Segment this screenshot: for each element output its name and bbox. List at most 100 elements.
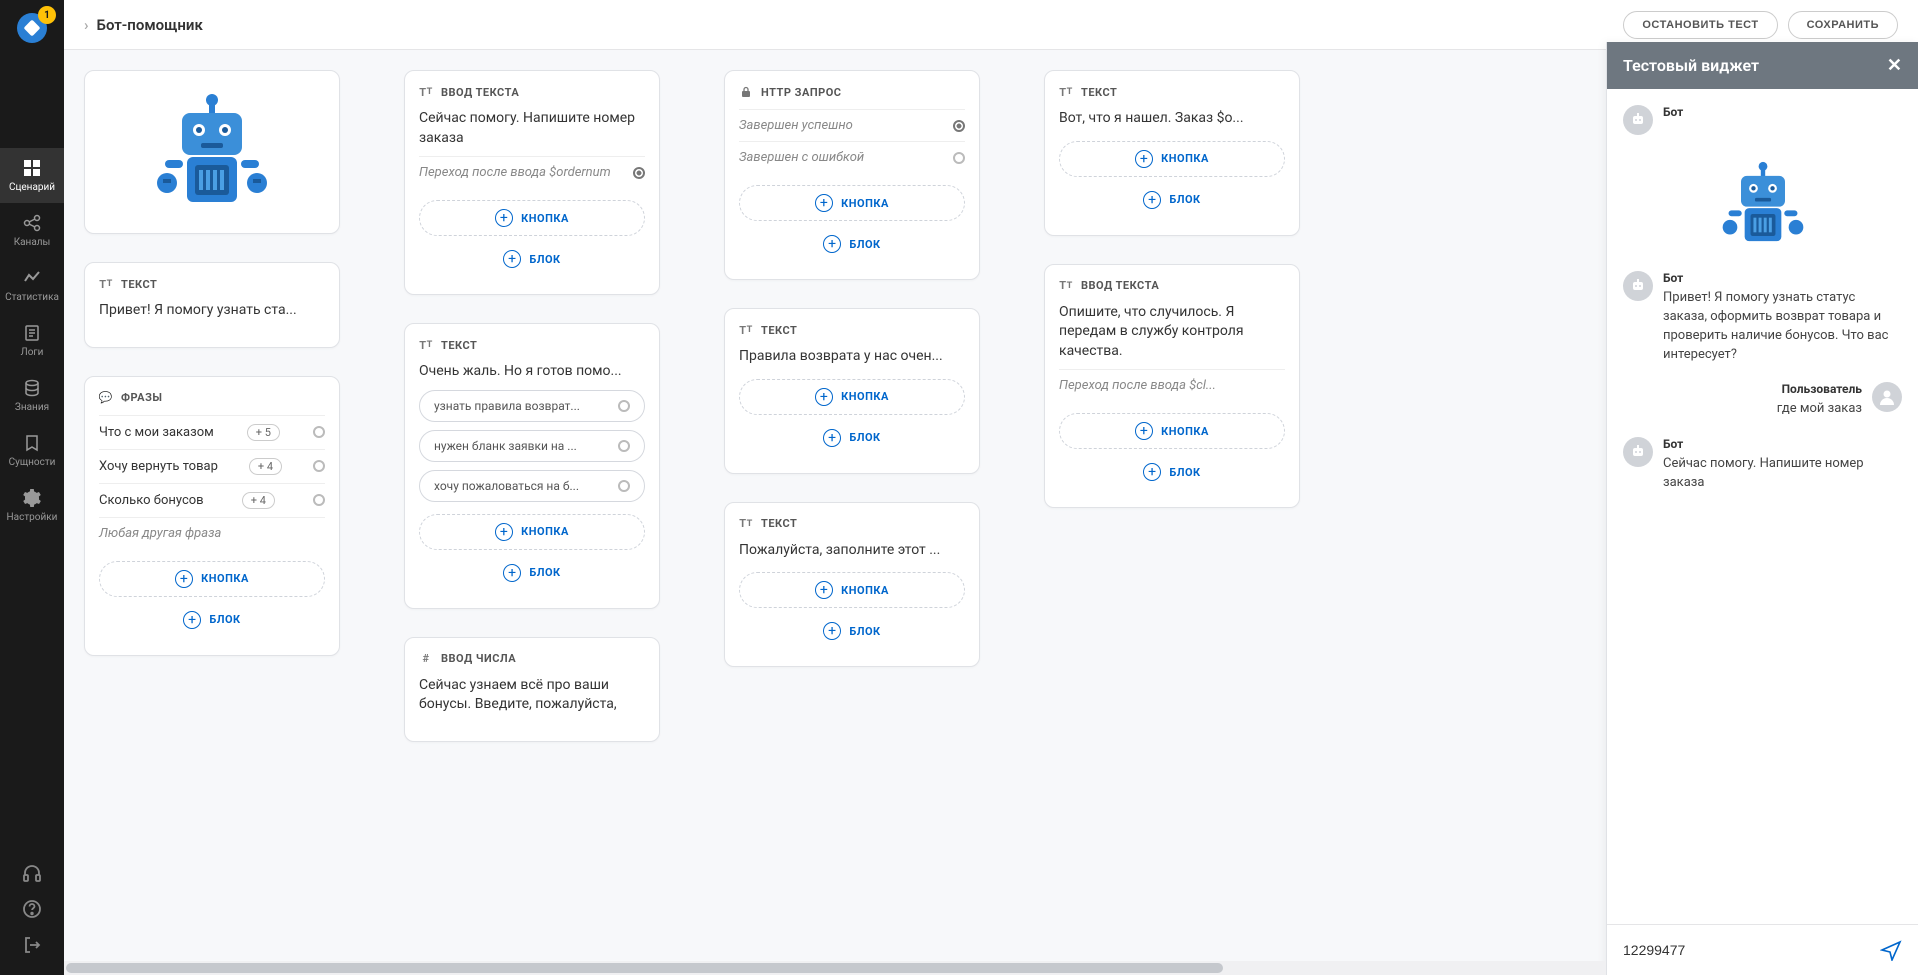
sidebar-item-scenario[interactable]: Сценарий [0, 148, 64, 203]
add-button[interactable]: +КНОПКА [99, 561, 325, 597]
add-button[interactable]: + КНОПКА [739, 572, 965, 608]
add-block[interactable]: +БЛОК [739, 614, 965, 648]
logo[interactable]: 1 [16, 12, 48, 48]
block-type-label: ВВОД ТЕКСТА [441, 86, 519, 99]
add-button-label: КНОПКА [1161, 425, 1209, 438]
message-text: Привет! Я помогу узнать статус заказа, о… [1663, 289, 1902, 364]
add-button[interactable]: +КНОПКА [419, 514, 645, 550]
text-icon: TT [419, 338, 433, 352]
share-icon [22, 213, 42, 233]
sender-name: Пользователь [1623, 382, 1862, 396]
plus-icon: + [815, 581, 833, 599]
add-block[interactable]: +БЛОК [739, 227, 965, 261]
sidebar-item-entities[interactable]: Сущности [0, 423, 64, 478]
sidebar-item-settings[interactable]: Настройки [0, 478, 64, 533]
add-block[interactable]: +БЛОК [99, 603, 325, 637]
canvas[interactable]: TTТЕКСТ Привет! Я помогу узнать ста... 💬… [64, 50, 1606, 975]
lock-icon [739, 85, 753, 99]
stop-test-button[interactable]: ОСТАНОВИТЬ ТЕСТ [1623, 11, 1777, 39]
horizontal-scrollbar[interactable] [64, 961, 1606, 975]
logout-icon[interactable] [22, 935, 42, 955]
phrase-count: + 4 [242, 492, 275, 509]
phrase-text: Что с мои заказом [99, 425, 214, 440]
add-block[interactable]: +БЛОК [419, 242, 645, 276]
block-type-label: ФРАЗЫ [121, 391, 162, 404]
block-text-sorry[interactable]: TTТЕКСТ Очень жаль. Но я готов помо... у… [404, 323, 660, 609]
message-bot: Бот [1623, 105, 1902, 135]
close-icon[interactable]: ✕ [1887, 57, 1902, 75]
sidebar-item-stats[interactable]: Статистика [0, 258, 64, 313]
block-content: Очень жаль. Но я готов помо... [419, 362, 645, 382]
sidebar-label: Сценарий [9, 182, 55, 193]
block-phrases[interactable]: 💬ФРАЗЫ Что с мои заказом+ 5 Хочу вернуть… [84, 376, 340, 656]
add-block[interactable]: +БЛОК [739, 421, 965, 455]
robot-icon [99, 85, 325, 215]
http-err-label: Завершен с ошибкой [739, 150, 864, 165]
block-content: Сейчас помогу. Напишите номер заказа [419, 109, 645, 148]
book-icon [22, 323, 42, 343]
option-row[interactable]: нужен бланк заявки на ... [419, 430, 645, 462]
message-input[interactable] [1623, 942, 1870, 958]
add-block[interactable]: +БЛОК [419, 556, 645, 590]
sidebar-item-logs[interactable]: Логи [0, 313, 64, 368]
phrase-row[interactable]: Сколько бонусов+ 4 [99, 483, 325, 517]
phrase-any[interactable]: Любая другая фраза [99, 517, 325, 549]
add-button[interactable]: +КНОПКА [1059, 141, 1285, 177]
block-type-label: ТЕКСТ [761, 324, 797, 337]
bot-avatar-icon [1623, 105, 1653, 135]
block-type-label: HTTP ЗАПРОС [761, 86, 842, 99]
headphones-icon[interactable] [22, 863, 42, 883]
send-icon[interactable] [1880, 939, 1902, 961]
sidebar-label: Сущности [9, 457, 56, 468]
block-input-describe[interactable]: TTВВОД ТЕКСТА Опишите, что случилось. Я … [1044, 264, 1300, 509]
message-text: Сейчас помогу. Напишите номер заказа [1663, 455, 1902, 493]
block-content: Привет! Я помогу узнать ста... [99, 301, 325, 321]
plus-icon: + [1135, 150, 1153, 168]
sidebar: 1 Сценарий Каналы Статистика Логи Знания… [0, 0, 64, 975]
block-text-form[interactable]: TTТЕКСТ Пожалуйста, заполните этот ... +… [724, 502, 980, 668]
add-button[interactable]: +КНОПКА [739, 379, 965, 415]
add-button[interactable]: +КНОПКА [419, 200, 645, 236]
transition-row[interactable]: Переход после ввода $ordernum [419, 156, 645, 188]
add-button[interactable]: +КНОПКА [1059, 413, 1285, 449]
plus-icon: + [823, 429, 841, 447]
block-input-number[interactable]: #ВВОД ЧИСЛА Сейчас узнаем всё про ваши б… [404, 637, 660, 742]
sidebar-label: Знания [15, 402, 49, 413]
plus-icon: + [823, 622, 841, 640]
widget-messages[interactable]: Бот Бот Привет! Я помогу узнать статус з… [1607, 89, 1918, 924]
message-bot: Бот Привет! Я помогу узнать статус заказ… [1623, 271, 1902, 364]
add-button-label: КНОПКА [841, 584, 889, 597]
text-icon: TT [739, 517, 753, 531]
add-button[interactable]: +КНОПКА [739, 185, 965, 221]
block-text-rules[interactable]: TTТЕКСТ Правила возврата у нас очен... +… [724, 308, 980, 474]
save-button[interactable]: СОХРАНИТЬ [1788, 11, 1898, 39]
phrase-count: + 5 [247, 424, 280, 441]
phrase-row[interactable]: Хочу вернуть товар+ 4 [99, 449, 325, 483]
http-status-row[interactable]: Завершен успешно [739, 109, 965, 141]
message-user: Пользователь где мой заказ [1623, 382, 1902, 419]
block-start[interactable] [84, 70, 340, 234]
notification-badge[interactable]: 1 [38, 6, 56, 24]
block-content: Сейчас узнаем всё про ваши бонусы. Введи… [419, 676, 645, 715]
sidebar-label: Каналы [14, 237, 51, 248]
add-block[interactable]: +БЛОК [1059, 455, 1285, 489]
block-type-label: ТЕКСТ [761, 517, 797, 530]
help-icon[interactable] [22, 899, 42, 919]
transition-row[interactable]: Переход после ввода $cl... [1059, 369, 1285, 401]
sidebar-item-channels[interactable]: Каналы [0, 203, 64, 258]
option-row[interactable]: узнать правила возврат... [419, 390, 645, 422]
block-http[interactable]: HTTP ЗАПРОС Завершен успешно Завершен с … [724, 70, 980, 280]
bookmark-icon [22, 433, 42, 453]
block-text-greeting[interactable]: TTТЕКСТ Привет! Я помогу узнать ста... [84, 262, 340, 348]
option-row[interactable]: хочу пожаловаться на б... [419, 470, 645, 502]
sidebar-label: Статистика [5, 292, 59, 303]
block-content: Опишите, что случилось. Я передам в служ… [1059, 303, 1285, 362]
block-text-found[interactable]: TTТЕКСТ Вот, что я нашел. Заказ $o... +К… [1044, 70, 1300, 236]
add-block[interactable]: +БЛОК [1059, 183, 1285, 217]
phrase-row[interactable]: Что с мои заказом + 5 [99, 415, 325, 449]
add-button-label: КНОПКА [841, 390, 889, 403]
bot-avatar-icon [1623, 271, 1653, 301]
http-status-row[interactable]: Завершен с ошибкой [739, 141, 965, 173]
sidebar-item-knowledge[interactable]: Знания [0, 368, 64, 423]
block-input-text[interactable]: TTВВОД ТЕКСТА Сейчас помогу. Напишите но… [404, 70, 660, 295]
